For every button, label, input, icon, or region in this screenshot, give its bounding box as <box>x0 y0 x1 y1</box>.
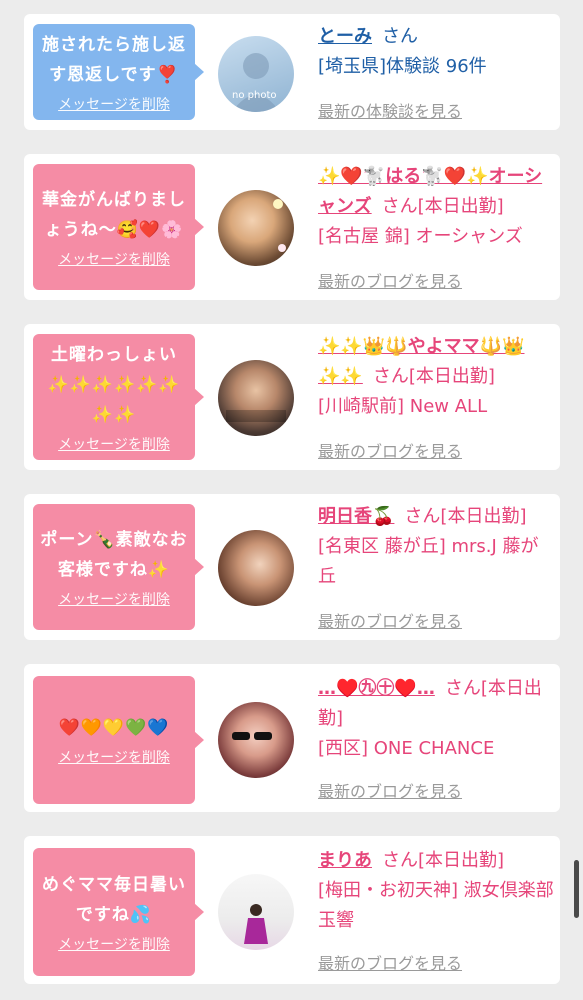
user-honorific: さん[本日出勤] <box>381 196 504 217</box>
delete-message-link[interactable]: メッセージを削除 <box>58 249 170 269</box>
user-info: ✨✨👑🔱やよママ🔱👑✨✨ さん[本日出勤] [川崎駅前] New ALL <box>318 332 554 422</box>
message-bubble: めぐママ毎日暑いですね💦 メッセージを削除 <box>33 848 204 976</box>
user-info: とーみ さん [埼玉県]体験談 96件 <box>318 22 554 82</box>
scrollbar[interactable] <box>574 860 579 918</box>
message-bubble: ポーン🍾素敵なお客様ですね✨ メッセージを削除 <box>33 504 204 630</box>
message-text: 施されたら施し返す恩返しです❣️ <box>42 35 186 85</box>
shop-info: [西区] ONE CHANCE <box>318 738 495 759</box>
user-honorific: さん[本日出勤] <box>382 850 505 871</box>
message-text: 土曜わっしょい ✨✨✨✨✨✨ ✨✨ <box>47 345 181 425</box>
avatar[interactable] <box>218 360 294 436</box>
message-text: ❤️🧡💛💚💙 <box>58 718 170 738</box>
user-info: ✨❤️🐩はる🐩❤️✨オーシャンズ さん[本日出勤] [名古屋 錦] オーシャンズ <box>318 162 554 252</box>
latest-blog-link[interactable]: 最新のブログを見る <box>318 268 462 292</box>
shop-info: [梅田・お初天神] 淑女倶楽部 玉響 <box>318 880 554 931</box>
user-name-link[interactable]: まりあ <box>318 850 372 871</box>
message-bubble: 施されたら施し返す恩返しです❣️ メッセージを削除 <box>33 24 204 120</box>
avatar[interactable] <box>218 190 294 266</box>
latest-blog-link[interactable]: 最新のブログを見る <box>318 438 462 462</box>
user-honorific: さん <box>382 26 418 47</box>
shop-info: [名東区 藤が丘] mrs.J 藤が丘 <box>318 536 539 587</box>
message-card: ポーン🍾素敵なお客様ですね✨ メッセージを削除 明日香🍒 さん[本日出勤] [名東… <box>24 494 560 640</box>
shop-info: [川崎駅前] New ALL <box>318 396 488 417</box>
no-photo-silhouette-icon: no photo <box>232 53 280 112</box>
user-photo <box>226 410 286 422</box>
message-card: ❤️🧡💛💚💙 メッセージを削除 …♥️㊈㊉♥️… さん[本日出勤] [西区] ON… <box>24 664 560 812</box>
user-name-link[interactable]: とーみ <box>318 26 372 47</box>
avatar[interactable] <box>218 874 294 950</box>
delete-message-link[interactable]: メッセージを削除 <box>58 934 170 954</box>
user-honorific: さん[本日出勤] <box>404 506 527 527</box>
delete-message-link[interactable]: メッセージを削除 <box>58 94 170 114</box>
user-info: 明日香🍒 さん[本日出勤] [名東区 藤が丘] mrs.J 藤が丘 <box>318 502 554 592</box>
user-honorific: さん[本日出勤] <box>372 366 495 387</box>
message-text: ポーン🍾素敵なお客様ですね✨ <box>40 530 188 580</box>
avatar[interactable]: no photo <box>218 36 294 112</box>
avatar[interactable] <box>218 702 294 778</box>
user-photo <box>232 732 272 740</box>
message-card: 施されたら施し返す恩返しです❣️ メッセージを削除 no photo とーみ さん… <box>24 14 560 130</box>
message-bubble: 土曜わっしょい ✨✨✨✨✨✨ ✨✨ メッセージを削除 <box>33 334 204 460</box>
message-bubble: 華金がんばりましょうね〜🥰❤️🌸 メッセージを削除 <box>33 164 204 290</box>
message-card: 華金がんばりましょうね〜🥰❤️🌸 メッセージを削除 ✨❤️🐩はる🐩❤️✨オーシャ… <box>24 154 560 300</box>
latest-blog-link[interactable]: 最新のブログを見る <box>318 608 462 632</box>
message-bubble: ❤️🧡💛💚💙 メッセージを削除 <box>33 676 204 804</box>
avatar[interactable] <box>218 530 294 606</box>
latest-review-link[interactable]: 最新の体験談を見る <box>318 98 462 122</box>
latest-blog-link[interactable]: 最新のブログを見る <box>318 950 462 974</box>
user-name-link[interactable]: …♥️㊈㊉♥️… <box>318 678 435 699</box>
user-info: まりあ さん[本日出勤] [梅田・お初天神] 淑女倶楽部 玉響 <box>318 846 554 936</box>
user-name-link[interactable]: 明日香🍒 <box>318 506 394 527</box>
user-photo <box>273 199 286 252</box>
user-info: …♥️㊈㊉♥️… さん[本日出勤] [西区] ONE CHANCE <box>318 674 554 764</box>
message-card: 土曜わっしょい ✨✨✨✨✨✨ ✨✨ メッセージを削除 ✨✨👑🔱やよママ🔱👑✨✨ さ… <box>24 324 560 470</box>
user-photo <box>244 904 268 944</box>
delete-message-link[interactable]: メッセージを削除 <box>58 434 170 454</box>
latest-blog-link[interactable]: 最新のブログを見る <box>318 778 462 802</box>
message-list: 施されたら施し返す恩返しです❣️ メッセージを削除 no photo とーみ さん… <box>0 0 583 1000</box>
delete-message-link[interactable]: メッセージを削除 <box>58 589 170 609</box>
shop-info: [埼玉県]体験談 96件 <box>318 56 487 77</box>
shop-info: [名古屋 錦] オーシャンズ <box>318 226 523 247</box>
message-card: めぐママ毎日暑いですね💦 メッセージを削除 まりあ さん[本日出勤] [梅田・お初… <box>24 836 560 984</box>
message-text: 華金がんばりましょうね〜🥰❤️🌸 <box>42 190 186 240</box>
message-text: めぐママ毎日暑いですね💦 <box>42 875 186 925</box>
delete-message-link[interactable]: メッセージを削除 <box>58 747 170 767</box>
svg-text:no photo: no photo <box>232 90 276 101</box>
